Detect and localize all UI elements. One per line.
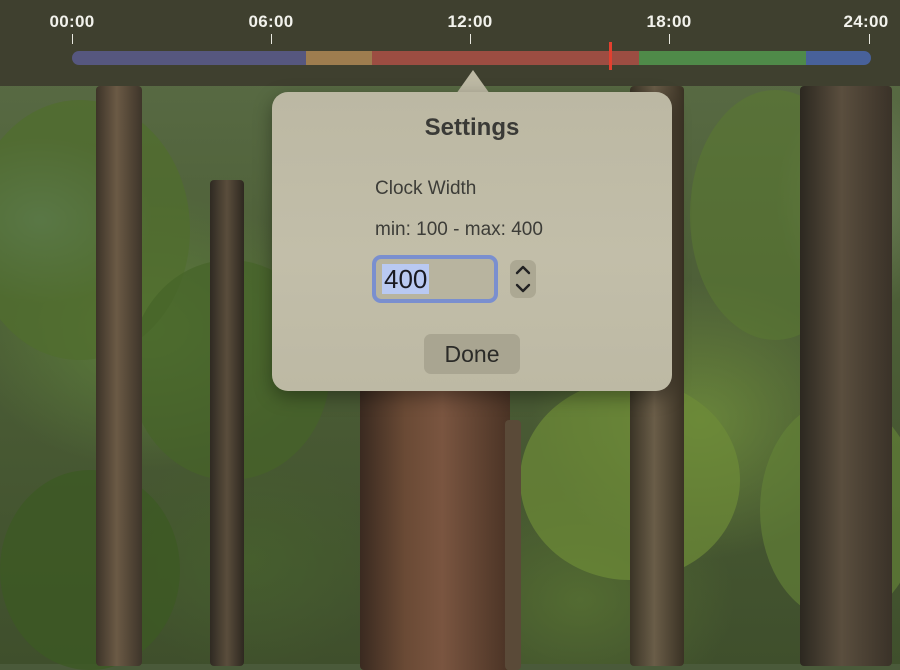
tick-mark	[72, 34, 73, 44]
timeline-segment-day	[372, 51, 639, 65]
tree-trunk	[96, 86, 142, 666]
clock-width-label: Clock Width	[375, 178, 477, 199]
timeline-segment-dawn	[306, 51, 372, 65]
range-hint: min: 100 - max: 400	[375, 219, 543, 240]
tree-trunk	[505, 420, 521, 670]
tree-trunk	[210, 180, 244, 666]
chevron-up-icon	[515, 265, 531, 275]
stepper-increment-button[interactable]	[510, 260, 536, 279]
tick-label-1200: 12:00	[447, 12, 493, 31]
tick-label-1800: 18:00	[646, 12, 692, 31]
timeline-segment-evening	[806, 51, 871, 65]
tick-label-2400: 24:00	[843, 12, 889, 31]
popover-arrow	[456, 70, 490, 94]
tick-mark	[271, 34, 272, 44]
foliage	[0, 470, 180, 670]
tree-trunk	[800, 86, 892, 666]
tree-trunk	[360, 380, 510, 670]
clock-width-field[interactable]: 400	[372, 255, 498, 303]
tick-mark	[869, 34, 870, 44]
settings-popover: Settings Clock Width min: 100 - max: 400…	[272, 92, 672, 391]
current-time-marker	[609, 42, 612, 70]
clock-width-value[interactable]: 400	[382, 264, 430, 294]
timeline-segment-afternoon	[639, 51, 806, 65]
tick-mark	[470, 34, 471, 44]
clock-width-stepper[interactable]	[510, 260, 536, 298]
tick-label-0000: 00:00	[49, 12, 95, 31]
popover-title: Settings	[424, 114, 520, 141]
timeline-bar: 00:00 06:00 12:00 18:00 24:00	[0, 0, 900, 86]
tick-mark	[669, 34, 670, 44]
done-button[interactable]: Done	[424, 334, 520, 374]
timeline-segment-night	[72, 51, 306, 65]
tick-label-0600: 06:00	[248, 12, 294, 31]
stepper-decrement-button[interactable]	[510, 279, 536, 298]
chevron-down-icon	[515, 283, 531, 293]
